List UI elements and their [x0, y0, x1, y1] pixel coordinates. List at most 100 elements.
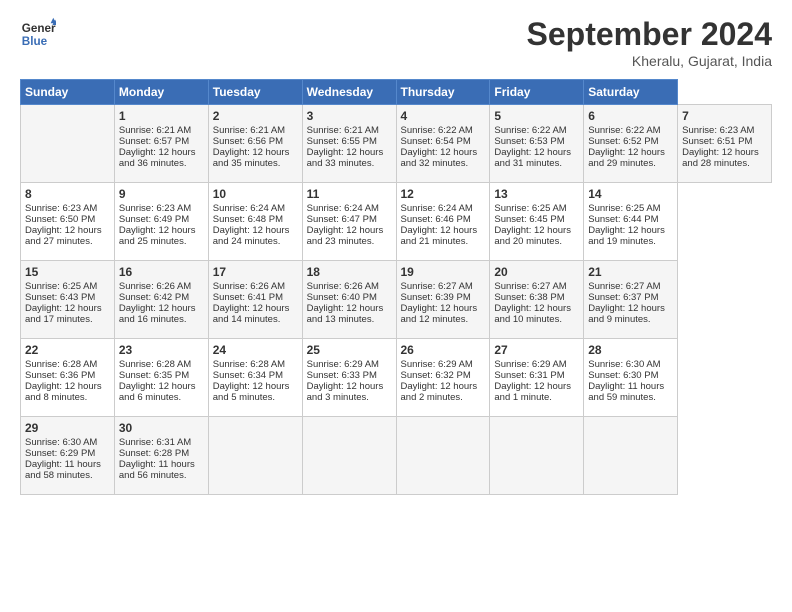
day-number: 10 [213, 187, 298, 201]
daylight-text: Daylight: 12 hours and 12 minutes. [401, 303, 478, 325]
daylight-text: Daylight: 12 hours and 36 minutes. [119, 147, 196, 169]
calendar-cell: 19Sunrise: 6:27 AMSunset: 6:39 PMDayligh… [396, 261, 490, 339]
calendar-cell [490, 417, 584, 495]
daylight-text: Daylight: 12 hours and 3 minutes. [307, 381, 384, 403]
calendar-cell: 8Sunrise: 6:23 AMSunset: 6:50 PMDaylight… [21, 183, 115, 261]
sunrise-text: Sunrise: 6:29 AM [401, 359, 473, 370]
calendar-cell: 26Sunrise: 6:29 AMSunset: 6:32 PMDayligh… [396, 339, 490, 417]
sunrise-text: Sunrise: 6:23 AM [119, 203, 191, 214]
svg-text:General: General [22, 22, 56, 35]
sunrise-text: Sunrise: 6:27 AM [494, 281, 566, 292]
sunset-text: Sunset: 6:52 PM [588, 136, 658, 147]
day-number: 26 [401, 343, 486, 357]
sunrise-text: Sunrise: 6:28 AM [213, 359, 285, 370]
calendar-week-row: 15Sunrise: 6:25 AMSunset: 6:43 PMDayligh… [21, 261, 772, 339]
main-container: General Blue September 2024 Kheralu, Guj… [0, 0, 792, 505]
calendar-cell: 11Sunrise: 6:24 AMSunset: 6:47 PMDayligh… [302, 183, 396, 261]
month-title: September 2024 [527, 16, 772, 53]
calendar-cell: 6Sunrise: 6:22 AMSunset: 6:52 PMDaylight… [584, 105, 678, 183]
day-number: 30 [119, 421, 204, 435]
day-number: 5 [494, 109, 579, 123]
header-thursday: Thursday [396, 80, 490, 105]
day-number: 19 [401, 265, 486, 279]
calendar-cell: 12Sunrise: 6:24 AMSunset: 6:46 PMDayligh… [396, 183, 490, 261]
logo: General Blue [20, 16, 56, 52]
daylight-text: Daylight: 12 hours and 10 minutes. [494, 303, 571, 325]
sunrise-text: Sunrise: 6:21 AM [307, 125, 379, 136]
daylight-text: Daylight: 12 hours and 20 minutes. [494, 225, 571, 247]
day-number: 13 [494, 187, 579, 201]
daylight-text: Daylight: 12 hours and 35 minutes. [213, 147, 290, 169]
calendar-cell: 23Sunrise: 6:28 AMSunset: 6:35 PMDayligh… [114, 339, 208, 417]
day-number: 9 [119, 187, 204, 201]
sunrise-text: Sunrise: 6:22 AM [401, 125, 473, 136]
calendar-cell: 25Sunrise: 6:29 AMSunset: 6:33 PMDayligh… [302, 339, 396, 417]
sunset-text: Sunset: 6:32 PM [401, 370, 471, 381]
sunset-text: Sunset: 6:57 PM [119, 136, 189, 147]
daylight-text: Daylight: 12 hours and 16 minutes. [119, 303, 196, 325]
sunset-text: Sunset: 6:34 PM [213, 370, 283, 381]
day-number: 6 [588, 109, 673, 123]
calendar-cell: 9Sunrise: 6:23 AMSunset: 6:49 PMDaylight… [114, 183, 208, 261]
sunrise-text: Sunrise: 6:26 AM [307, 281, 379, 292]
calendar-cell: 5Sunrise: 6:22 AMSunset: 6:53 PMDaylight… [490, 105, 584, 183]
day-number: 22 [25, 343, 110, 357]
daylight-text: Daylight: 12 hours and 1 minute. [494, 381, 571, 403]
day-number: 16 [119, 265, 204, 279]
sunset-text: Sunset: 6:55 PM [307, 136, 377, 147]
header-tuesday: Tuesday [208, 80, 302, 105]
sunset-text: Sunset: 6:39 PM [401, 292, 471, 303]
daylight-text: Daylight: 12 hours and 24 minutes. [213, 225, 290, 247]
calendar-cell: 24Sunrise: 6:28 AMSunset: 6:34 PMDayligh… [208, 339, 302, 417]
daylight-text: Daylight: 12 hours and 5 minutes. [213, 381, 290, 403]
sunset-text: Sunset: 6:51 PM [682, 136, 752, 147]
title-block: September 2024 Kheralu, Gujarat, India [527, 16, 772, 69]
calendar-table: Sunday Monday Tuesday Wednesday Thursday… [20, 79, 772, 495]
daylight-text: Daylight: 12 hours and 9 minutes. [588, 303, 665, 325]
daylight-text: Daylight: 12 hours and 33 minutes. [307, 147, 384, 169]
sunrise-text: Sunrise: 6:29 AM [494, 359, 566, 370]
sunrise-text: Sunrise: 6:22 AM [588, 125, 660, 136]
calendar-cell: 10Sunrise: 6:24 AMSunset: 6:48 PMDayligh… [208, 183, 302, 261]
sunset-text: Sunset: 6:40 PM [307, 292, 377, 303]
day-number: 29 [25, 421, 110, 435]
day-number: 28 [588, 343, 673, 357]
day-number: 23 [119, 343, 204, 357]
calendar-cell: 29Sunrise: 6:30 AMSunset: 6:29 PMDayligh… [21, 417, 115, 495]
day-number: 2 [213, 109, 298, 123]
day-number: 11 [307, 187, 392, 201]
day-number: 12 [401, 187, 486, 201]
location-subtitle: Kheralu, Gujarat, India [527, 53, 772, 69]
day-number: 14 [588, 187, 673, 201]
header: General Blue September 2024 Kheralu, Guj… [20, 16, 772, 69]
calendar-cell: 4Sunrise: 6:22 AMSunset: 6:54 PMDaylight… [396, 105, 490, 183]
day-number: 8 [25, 187, 110, 201]
sunset-text: Sunset: 6:31 PM [494, 370, 564, 381]
daylight-text: Daylight: 12 hours and 13 minutes. [307, 303, 384, 325]
sunrise-text: Sunrise: 6:21 AM [119, 125, 191, 136]
sunrise-text: Sunrise: 6:23 AM [682, 125, 754, 136]
day-number: 20 [494, 265, 579, 279]
sunset-text: Sunset: 6:47 PM [307, 214, 377, 225]
day-number: 17 [213, 265, 298, 279]
calendar-cell: 20Sunrise: 6:27 AMSunset: 6:38 PMDayligh… [490, 261, 584, 339]
day-number: 1 [119, 109, 204, 123]
calendar-cell: 3Sunrise: 6:21 AMSunset: 6:55 PMDaylight… [302, 105, 396, 183]
sunrise-text: Sunrise: 6:24 AM [307, 203, 379, 214]
sunrise-text: Sunrise: 6:21 AM [213, 125, 285, 136]
sunrise-text: Sunrise: 6:28 AM [25, 359, 97, 370]
daylight-text: Daylight: 12 hours and 19 minutes. [588, 225, 665, 247]
calendar-cell: 21Sunrise: 6:27 AMSunset: 6:37 PMDayligh… [584, 261, 678, 339]
sunrise-text: Sunrise: 6:24 AM [401, 203, 473, 214]
sunset-text: Sunset: 6:45 PM [494, 214, 564, 225]
calendar-cell: 30Sunrise: 6:31 AMSunset: 6:28 PMDayligh… [114, 417, 208, 495]
daylight-text: Daylight: 12 hours and 8 minutes. [25, 381, 102, 403]
sunset-text: Sunset: 6:43 PM [25, 292, 95, 303]
calendar-cell: 27Sunrise: 6:29 AMSunset: 6:31 PMDayligh… [490, 339, 584, 417]
calendar-cell: 18Sunrise: 6:26 AMSunset: 6:40 PMDayligh… [302, 261, 396, 339]
sunset-text: Sunset: 6:33 PM [307, 370, 377, 381]
sunset-text: Sunset: 6:37 PM [588, 292, 658, 303]
sunset-text: Sunset: 6:41 PM [213, 292, 283, 303]
header-sunday: Sunday [21, 80, 115, 105]
sunrise-text: Sunrise: 6:23 AM [25, 203, 97, 214]
